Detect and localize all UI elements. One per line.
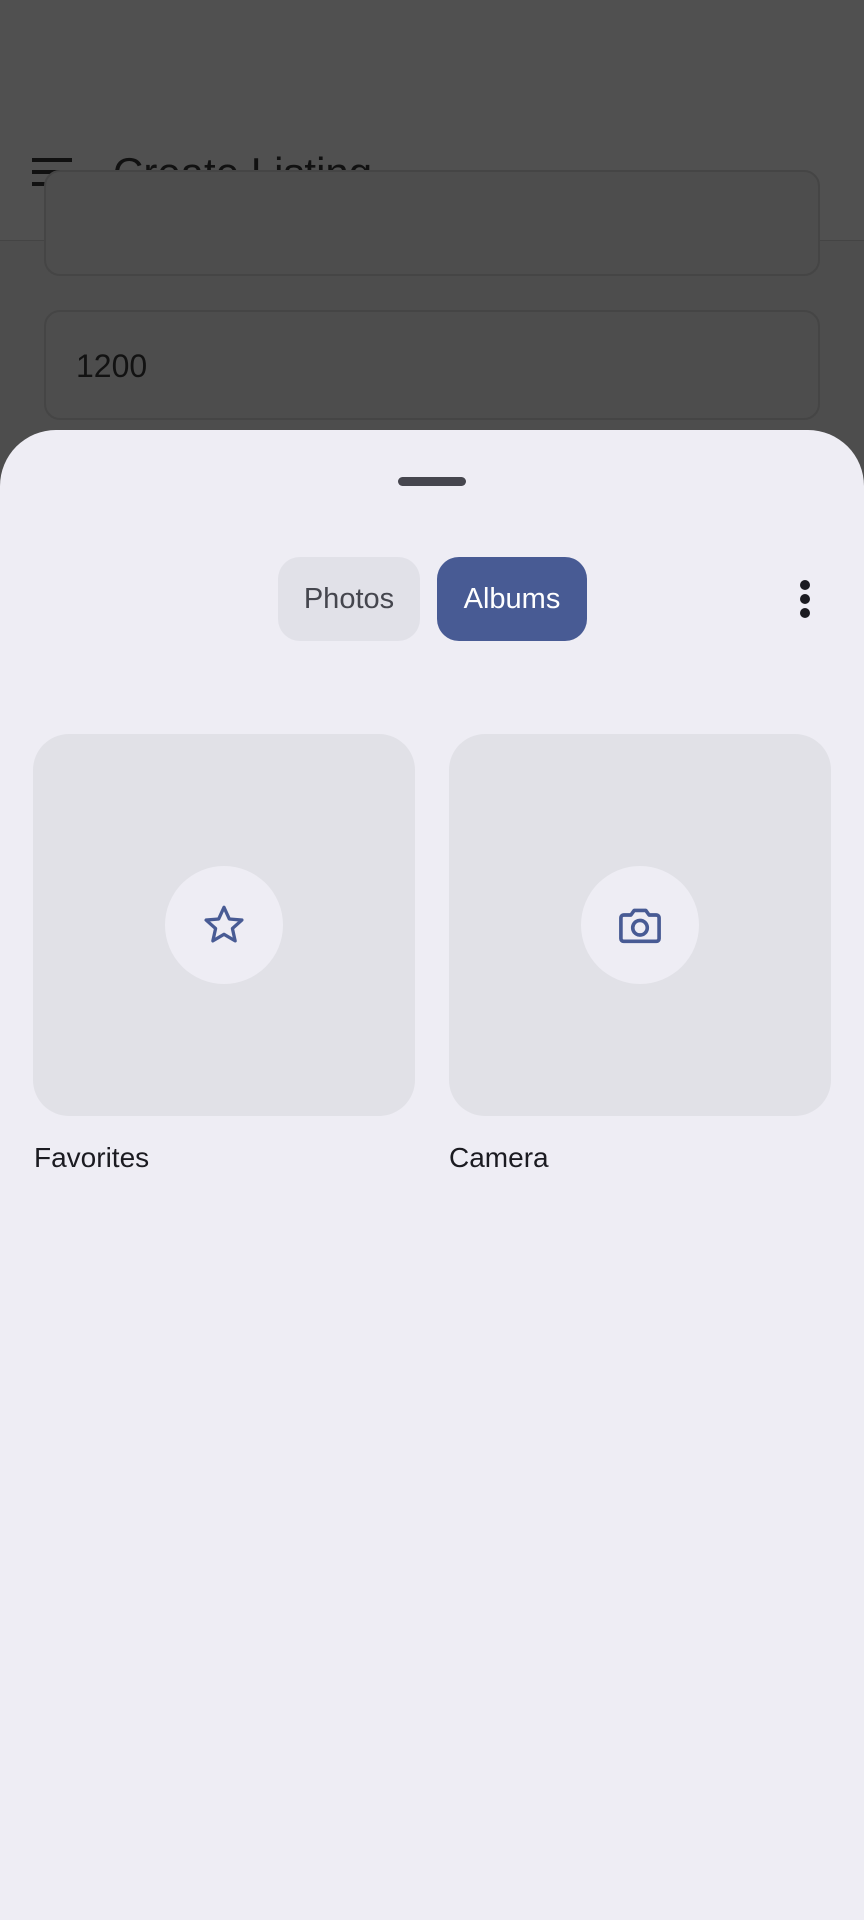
album-card-favorites[interactable] xyxy=(33,734,415,1116)
album-icon-badge xyxy=(165,866,283,984)
more-vert-icon xyxy=(800,580,810,618)
form-field-above[interactable] xyxy=(44,170,820,276)
star-outline-icon xyxy=(204,905,244,943)
album-label-favorites: Favorites xyxy=(34,1142,150,1173)
overflow-menu-button[interactable] xyxy=(780,568,830,630)
drag-handle[interactable] xyxy=(398,477,466,486)
tab-photos[interactable]: Photos xyxy=(278,557,420,641)
tab-albums[interactable]: Albums xyxy=(437,557,587,641)
album-card-camera[interactable] xyxy=(449,734,831,1116)
price-field[interactable]: 1200 xyxy=(44,310,820,420)
price-field-value: 1200 xyxy=(76,348,148,384)
album-icon-badge xyxy=(581,866,699,984)
album-label-camera: Camera xyxy=(449,1142,549,1173)
media-picker-sheet: Photos Albums Favorites Camera xyxy=(0,430,864,1920)
camera-icon xyxy=(619,908,661,944)
